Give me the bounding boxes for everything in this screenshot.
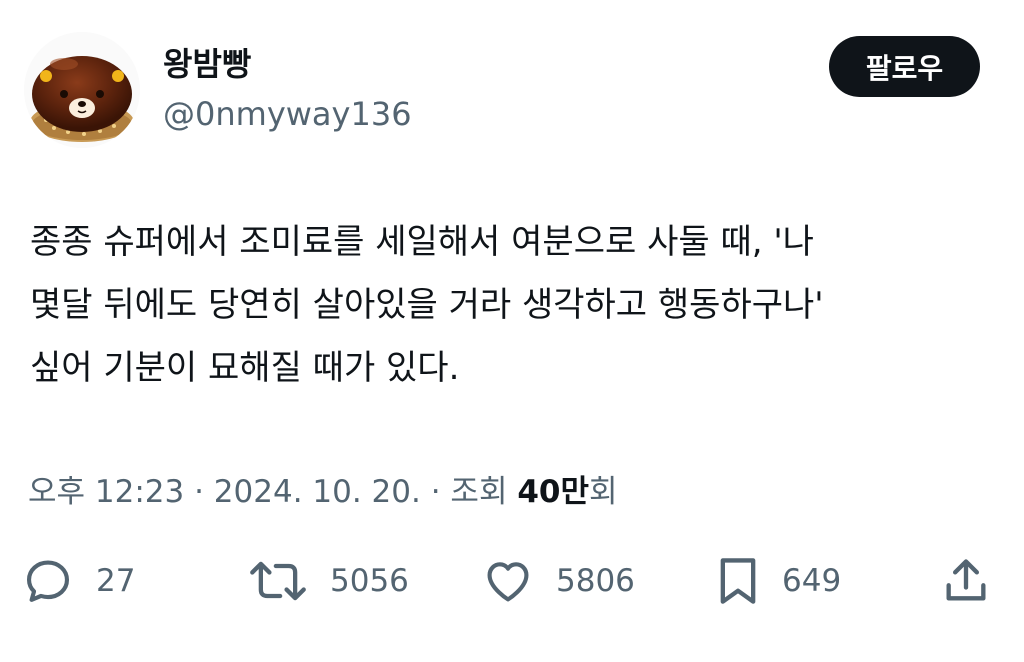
bookmark-count: 649	[782, 563, 842, 599]
tweet-text-line: 종종 슈퍼에서 조미료를 세일해서 여분으로 사둘 때, '나	[30, 222, 814, 262]
reply-button[interactable]: 27	[22, 555, 135, 607]
tweet-meta: 오후 12:23 · 2024. 10. 20. · 조회 40만회	[28, 470, 618, 514]
views-label: 조회	[450, 474, 508, 510]
tweet-text-line: 싶어 기분이 묘해질 때가 있다.	[30, 348, 460, 388]
tweet-text: 종종 슈퍼에서 조미료를 세일해서 여분으로 사둘 때, '나 몇달 뒤에도 당…	[30, 211, 1000, 400]
avatar[interactable]	[24, 32, 140, 148]
views-suffix: 회	[589, 474, 618, 510]
tweet-date[interactable]: 2024. 10. 20.	[214, 474, 421, 510]
retweet-button[interactable]: 5056	[248, 555, 409, 607]
bookmark-button[interactable]: 649	[716, 555, 841, 607]
tweet-time[interactable]: 오후 12:23	[28, 474, 184, 510]
reply-icon	[26, 560, 70, 602]
author-handle[interactable]: @0nmyway136	[163, 94, 412, 134]
author-display-name[interactable]: 왕밤빵	[163, 44, 251, 84]
share-icon	[946, 559, 986, 601]
like-count: 5806	[556, 563, 635, 599]
views-count: 40만	[517, 474, 589, 510]
retweet-icon	[250, 561, 306, 601]
retweet-count: 5056	[330, 563, 409, 599]
tweet-text-line: 몇달 뒤에도 당연히 살아있을 거라 생각하고 행동하구나'	[30, 285, 824, 325]
heart-icon	[487, 562, 529, 602]
like-button[interactable]: 5806	[482, 555, 635, 607]
bear-bun-avatar-image	[24, 32, 140, 148]
meta-separator: ·	[420, 474, 451, 510]
follow-button[interactable]: 팔로우	[829, 36, 980, 97]
share-button[interactable]	[940, 555, 992, 607]
bookmark-icon	[720, 558, 756, 604]
reply-count: 27	[96, 563, 136, 599]
meta-separator: ·	[184, 474, 214, 510]
